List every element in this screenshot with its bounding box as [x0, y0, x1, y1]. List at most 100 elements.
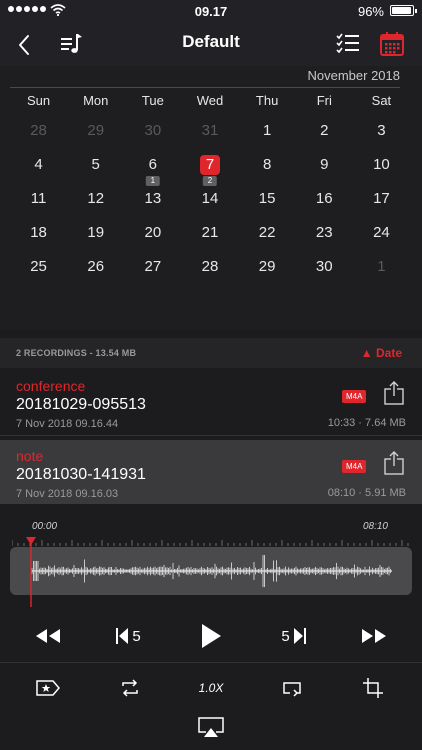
sort-date-button[interactable]: ▲ Date: [361, 346, 402, 360]
calendar-day-number: 14: [201, 190, 219, 207]
weekday-label: Fri: [316, 93, 332, 108]
calendar-day-number: 30: [315, 258, 333, 275]
recording-row[interactable]: conference 20181029-095513 7 Nov 2018 09…: [0, 370, 422, 436]
calendar-day[interactable]: 29: [67, 114, 124, 148]
calendar-day-number: 4: [34, 156, 43, 173]
calendar-day[interactable]: 18: [10, 216, 67, 250]
skip-back-button[interactable]: 5: [112, 616, 144, 656]
calendar-day[interactable]: 26: [67, 250, 124, 284]
calendar-day-number: 17: [373, 190, 390, 207]
recording-date: 7 Nov 2018 09.16.44: [16, 418, 119, 430]
calendar-day[interactable]: 31: [181, 114, 238, 148]
crop-icon: [363, 678, 383, 698]
recording-meta: 08:10 · 5.91 MB: [327, 487, 406, 499]
calendar-day[interactable]: 3: [353, 114, 410, 148]
calendar-day[interactable]: 11: [10, 182, 67, 216]
calendar-day[interactable]: 30: [124, 114, 181, 148]
calendar-day[interactable]: 19: [67, 216, 124, 250]
format-badge: M4A: [342, 460, 367, 473]
share-icon[interactable]: [383, 380, 405, 406]
timeline-ticks: [12, 540, 409, 546]
play-icon: [202, 624, 221, 648]
list-header: 2 RECORDINGS - 13.54 MB ▲ Date: [0, 338, 422, 368]
calendar-day-selected[interactable]: 72: [181, 148, 238, 186]
recording-label: conference: [16, 378, 86, 394]
calendar-day-number: 25: [30, 258, 47, 275]
calendar-days-grid: 28 29 30 31 1 2 3 4 5 6 1 7 2 8 9 10 11 12 13 14 15 16 17 18 19 2…: [10, 114, 410, 284]
waveform[interactable]: [10, 547, 412, 595]
status-bar: 09.17 96%: [0, 0, 422, 22]
calendar-day[interactable]: 14: [181, 182, 238, 216]
rewind-icon: [36, 629, 60, 643]
calendar-day[interactable]: 23: [296, 216, 353, 250]
weekday-label: Sat: [371, 93, 392, 108]
skip-back-seconds: 5: [132, 627, 141, 645]
weekday-label: Thu: [255, 93, 279, 108]
battery-percent: 96%: [357, 4, 384, 19]
skip-back-icon: [116, 628, 129, 644]
recording-name: 20181029-095513: [16, 396, 146, 413]
calendar-day[interactable]: 28: [181, 250, 238, 284]
airplay-icon[interactable]: [198, 716, 224, 740]
calendar-day[interactable]: 22: [239, 216, 296, 250]
playhead-handle[interactable]: [26, 537, 36, 607]
calendar-day-number: 21: [201, 224, 219, 241]
calendar-day[interactable]: 9: [296, 148, 353, 182]
checklist-icon[interactable]: [334, 31, 362, 57]
calendar-day[interactable]: 17: [353, 182, 410, 216]
toolbar: 1.0X: [0, 670, 422, 706]
calendar-day[interactable]: 12: [67, 182, 124, 216]
calendar-day-number: 12: [87, 190, 105, 207]
calendar-day[interactable]: 8: [239, 148, 296, 182]
calendar: November 2018 Sun Mon Tue Wed Thu Fri Sa…: [0, 66, 422, 330]
weekday-label: Sun: [27, 93, 51, 108]
player-panel: 00:00 08:10 5 5 1.0X: [0, 504, 422, 750]
calendar-day-number: 6: [148, 156, 158, 173]
format-badge: M4A: [342, 390, 367, 403]
calendar-day-number: 8: [262, 156, 272, 173]
share-icon[interactable]: [383, 450, 405, 476]
rewind-button[interactable]: [32, 616, 64, 656]
calendar-day[interactable]: 4: [10, 148, 67, 182]
calendar-day-number: 26: [87, 258, 105, 275]
calendar-day-number: 20: [144, 224, 162, 241]
time-end: 08:10: [362, 521, 388, 532]
loop-button[interactable]: [112, 670, 148, 706]
calendar-day-number: 1: [262, 122, 272, 139]
calendar-day[interactable]: 30: [296, 250, 353, 284]
calendar-day[interactable]: 20: [124, 216, 181, 250]
calendar-day-number: 1: [377, 258, 386, 275]
recording-row-selected[interactable]: note 20181030-141931 7 Nov 2018 09.16.03…: [0, 440, 422, 506]
calendar-day[interactable]: 5: [67, 148, 124, 182]
calendar-weekdays: Sun Mon Tue Wed Thu Fri Sat: [10, 93, 410, 108]
calendar-day[interactable]: 16: [296, 182, 353, 216]
calendar-day[interactable]: 29: [239, 250, 296, 284]
tag-button[interactable]: [30, 670, 66, 706]
speed-button[interactable]: 1.0X: [193, 670, 229, 706]
skip-forward-button[interactable]: 5: [278, 616, 310, 656]
tag-star-icon: [36, 680, 60, 696]
calendar-icon[interactable]: [378, 30, 406, 58]
calendar-day[interactable]: 15: [239, 182, 296, 216]
fast-forward-button[interactable]: [358, 616, 390, 656]
trim-button[interactable]: [355, 670, 391, 706]
calendar-day[interactable]: 10: [353, 148, 410, 182]
calendar-day-number: 3: [377, 122, 386, 139]
calendar-day[interactable]: 27: [124, 250, 181, 284]
calendar-day[interactable]: 1: [353, 250, 410, 284]
calendar-day[interactable]: 21: [181, 216, 238, 250]
calendar-day[interactable]: 13: [124, 182, 181, 216]
fast-forward-icon: [362, 629, 386, 643]
play-button[interactable]: [194, 616, 228, 656]
weekday-label: Tue: [141, 93, 164, 108]
calendar-day[interactable]: 24: [353, 216, 410, 250]
calendar-day[interactable]: 2: [296, 114, 353, 148]
calendar-day-number: 22: [258, 224, 276, 241]
weekday-label: Mon: [83, 93, 109, 108]
calendar-day[interactable]: 1: [239, 114, 296, 148]
calendar-day[interactable]: 28: [10, 114, 67, 148]
calendar-day[interactable]: 61: [124, 148, 181, 186]
repeat-once-button[interactable]: [274, 670, 310, 706]
recording-name: 20181030-141931: [16, 466, 146, 483]
calendar-day[interactable]: 25: [10, 250, 67, 284]
